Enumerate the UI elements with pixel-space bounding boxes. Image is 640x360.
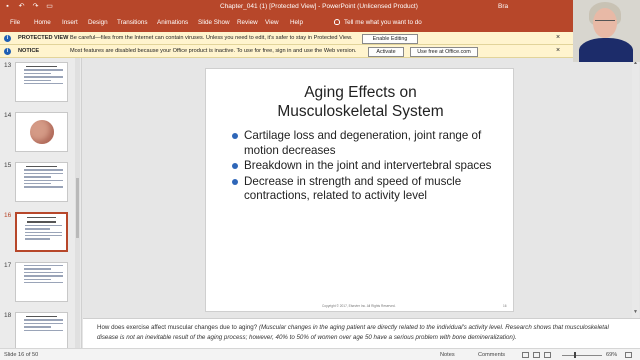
tab-slide-show[interactable]: Slide Show	[198, 19, 230, 26]
bullet-item: Cartilage loss and degeneration, joint r…	[232, 129, 508, 158]
powerpoint-window: ▪ ↶ ↷ ▭ Chapter_041 (1) [Protected View]…	[0, 0, 640, 360]
protected-view-message: Be careful—files from the Internet can c…	[70, 35, 353, 41]
reading-view-icon[interactable]	[544, 352, 551, 358]
tab-help[interactable]: Help	[290, 19, 303, 26]
bullet-item: Decrease in strength and speed of muscle…	[232, 175, 508, 204]
webcam-overlay	[573, 0, 640, 62]
slide-thumbnails-pane: 13 14 15 16 17 18	[0, 58, 82, 348]
thumbnail-number: 13	[4, 62, 12, 69]
close-icon[interactable]: ×	[556, 47, 560, 54]
protected-view-label: PROTECTED VIEW	[18, 35, 69, 41]
bullet-item: Breakdown in the joint and intervertebra…	[232, 159, 508, 174]
ribbon-tabs: File Home Insert Design Transitions Anim…	[0, 14, 640, 32]
slide-editing-area: Aging Effects on Musculoskeletal System …	[83, 58, 640, 318]
slide-bullet-list[interactable]: Cartilage loss and degeneration, joint r…	[232, 129, 508, 205]
slide-sorter-icon[interactable]	[533, 352, 540, 358]
tab-home[interactable]: Home	[34, 19, 51, 26]
start-slideshow-icon[interactable]: ▭	[45, 2, 54, 11]
title-bar: ▪ ↶ ↷ ▭ Chapter_041 (1) [Protected View]…	[0, 0, 640, 14]
editor-scrollbar[interactable]: ▲ ▼	[632, 58, 639, 318]
comments-toggle-button[interactable]: Comments	[478, 352, 505, 358]
bullet-icon	[232, 178, 238, 185]
thumbnail-image	[15, 212, 68, 252]
info-icon: i	[4, 48, 11, 55]
save-icon[interactable]: ▪	[3, 2, 12, 11]
bullet-icon	[232, 163, 238, 169]
slide-title-line: Aging Effects on	[304, 84, 417, 101]
tab-insert[interactable]: Insert	[62, 19, 78, 26]
activate-button[interactable]: Activate	[368, 46, 404, 57]
info-icon: i	[4, 35, 11, 42]
notes-text: How does exercise affect muscular change…	[97, 323, 627, 342]
slide-title-line: Musculoskeletal System	[277, 103, 444, 120]
thumbnail-image	[15, 312, 68, 348]
undo-icon[interactable]: ↶	[17, 2, 26, 11]
bullet-text: Decrease in strength and speed of muscle…	[244, 174, 462, 203]
thumbnail-image	[15, 62, 68, 102]
quick-access-toolbar: ▪ ↶ ↷ ▭	[3, 2, 54, 11]
tab-file[interactable]: File	[10, 19, 20, 26]
notes-pane[interactable]: How does exercise affect muscular change…	[83, 318, 640, 348]
thumbnail-scrollbar[interactable]	[75, 58, 80, 348]
notice-bar: i NOTICE Most features are disabled beca…	[0, 45, 640, 58]
use-free-button[interactable]: Use free at Office.com	[410, 46, 478, 57]
presenter-glasses	[595, 20, 615, 24]
slide-page-number: 16	[503, 304, 507, 308]
notice-message: Most features are disabled because your …	[70, 48, 357, 54]
redo-icon[interactable]: ↷	[31, 2, 40, 11]
bullet-text: Breakdown in the joint and intervertebra…	[244, 159, 492, 172]
bullet-icon	[232, 133, 238, 139]
close-icon[interactable]: ×	[556, 34, 560, 41]
tab-review[interactable]: Review	[237, 19, 258, 26]
thumbnail-image	[15, 162, 68, 202]
slide-indicator: Slide 16 of 50	[4, 352, 39, 358]
zoom-level[interactable]: 69%	[606, 352, 617, 358]
tab-view[interactable]: View	[265, 19, 279, 26]
scroll-down-icon[interactable]: ▼	[632, 309, 639, 316]
bullet-text: Cartilage loss and degeneration, joint r…	[244, 129, 482, 157]
thumbnail-number: 17	[4, 262, 12, 269]
slide-footer: Copyright © 2017, Elsevier Inc. All Righ…	[322, 304, 396, 308]
tab-animations[interactable]: Animations	[157, 19, 188, 26]
photo-icon	[29, 120, 54, 144]
scrollbar-thumb[interactable]	[76, 178, 79, 238]
thumbnail-number: 16	[4, 212, 12, 219]
thumbnail-number: 14	[4, 112, 12, 119]
fit-to-window-icon[interactable]	[625, 352, 632, 358]
zoom-slider[interactable]	[562, 354, 602, 356]
thumbnail-number: 15	[4, 162, 12, 169]
tell-me-search[interactable]: Tell me what you want to do	[334, 19, 422, 26]
tab-transitions[interactable]: Transitions	[117, 19, 148, 26]
normal-view-icon[interactable]	[522, 352, 529, 358]
notes-toggle-button[interactable]: Notes	[440, 352, 455, 358]
notes-question: How does exercise affect muscular change…	[97, 324, 259, 331]
enable-editing-button[interactable]: Enable Editing	[362, 33, 418, 44]
thumbnail-image	[15, 262, 68, 302]
thumbnail-number: 18	[4, 312, 12, 319]
protected-view-bar: i PROTECTED VIEW Be careful—files from t…	[0, 32, 640, 45]
presenter-body	[579, 38, 633, 62]
user-name[interactable]: Bra	[498, 3, 508, 10]
tell-me-text: Tell me what you want to do	[344, 19, 422, 26]
current-slide[interactable]: Aging Effects on Musculoskeletal System …	[205, 68, 514, 312]
status-bar: Slide 16 of 50 Notes Comments 69%	[0, 348, 640, 360]
tab-design[interactable]: Design	[88, 19, 108, 26]
window-title: Chapter_041 (1) [Protected View] - Power…	[220, 3, 418, 10]
thumbnail-image	[15, 112, 68, 152]
lightbulb-icon	[334, 19, 340, 25]
notice-label: NOTICE	[18, 48, 40, 54]
zoom-slider-knob[interactable]	[574, 352, 577, 358]
slide-title[interactable]: Aging Effects on Musculoskeletal System	[206, 83, 515, 121]
